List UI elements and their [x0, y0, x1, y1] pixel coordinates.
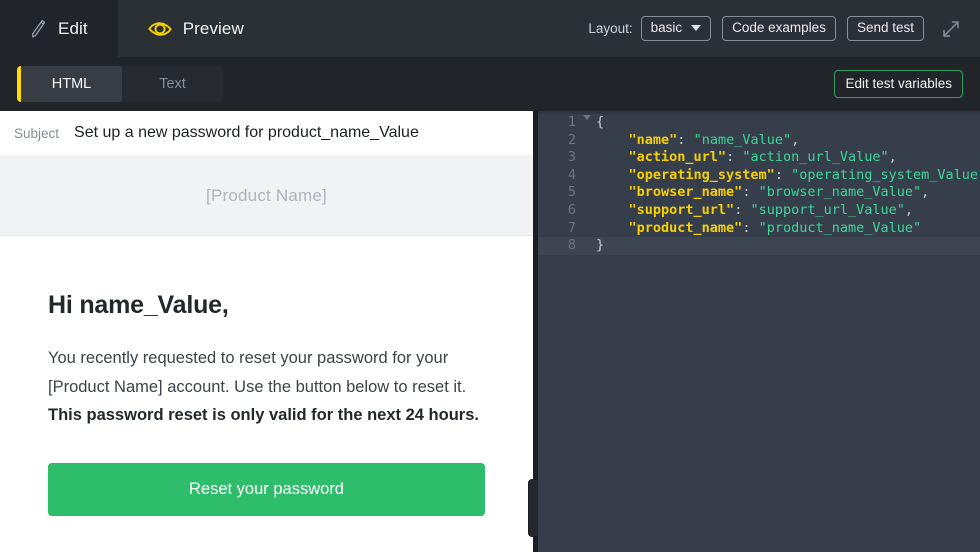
- tab-preview-label: Preview: [182, 18, 244, 38]
- eye-icon: [148, 21, 172, 37]
- code-token-key: "browser_name": [628, 184, 743, 201]
- code-token-colon: :: [726, 149, 735, 166]
- mode-tab-group: Edit Preview: [0, 0, 274, 57]
- code-line[interactable]: 1{: [538, 114, 980, 132]
- line-number: 7: [567, 219, 576, 236]
- subject-label: Subject: [14, 125, 60, 141]
- expand-arrows-icon[interactable]: [939, 17, 963, 41]
- subject-value[interactable]: Set up a new password for product_name_V…: [74, 124, 419, 142]
- subject-row: Subject Set up a new password for produc…: [0, 111, 533, 156]
- tab-preview[interactable]: Preview: [117, 0, 274, 57]
- code-fold-arrow-icon[interactable]: [583, 115, 591, 120]
- code-token-key: "operating_system": [628, 166, 775, 183]
- code-line[interactable]: 5 "browser_name": "browser_name_Value",: [538, 184, 980, 202]
- line-number: 5: [567, 184, 576, 201]
- line-number: 1: [538, 114, 591, 132]
- code-token-key: "action_url": [628, 149, 727, 166]
- code-line[interactable]: 2 "name": "name_Value",: [538, 132, 980, 150]
- code-line[interactable]: 6 "support_url": "support_url_Value",: [538, 202, 980, 220]
- line-number: 6: [567, 201, 576, 218]
- reset-your-password-button[interactable]: Reset your password: [48, 462, 485, 516]
- code-lines[interactable]: 1{2 "name": "name_Value", 3 "action_url":…: [538, 114, 980, 552]
- email-template-editor-app: Edit Preview Layout: basic Code examples…: [0, 0, 980, 552]
- code-line-text: "product_name": "product_name_Value": [582, 219, 922, 238]
- code-token-indent: [596, 149, 629, 165]
- code-token-comma: ,: [921, 184, 930, 201]
- email-paragraph-plain: You recently requested to reset your pas…: [48, 349, 467, 396]
- segment-text[interactable]: Text: [122, 66, 223, 102]
- email-preview-pane: Subject Set up a new password for produc…: [0, 111, 533, 552]
- line-number: 8: [567, 237, 576, 254]
- code-token-punct: }: [596, 237, 605, 254]
- code-token-indent: [596, 132, 629, 148]
- code-token-key: "support_url": [628, 201, 735, 218]
- email-greeting: Hi name_Value,: [48, 291, 229, 319]
- layout-select[interactable]: basic: [640, 15, 712, 42]
- edit-test-variables-button[interactable]: Edit test variables: [834, 70, 963, 98]
- code-token-indent: [596, 167, 629, 183]
- layout-select-value: basic: [650, 19, 683, 35]
- code-token-colon: :: [774, 166, 783, 183]
- code-token-comma: ,: [904, 201, 914, 218]
- email-body: Hi name_Value, You recently requested to…: [0, 236, 533, 552]
- code-token-str: "support_url_Value": [750, 201, 905, 218]
- code-line-text: "action_url": "action_url_Value",: [582, 149, 897, 167]
- chevron-down-icon: [691, 25, 702, 31]
- split-view: Subject Set up a new password for produc…: [0, 111, 980, 552]
- tab-edit-label: Edit: [58, 18, 88, 38]
- code-token-indent: [596, 202, 629, 218]
- code-token-sp: [750, 184, 758, 200]
- code-line-text: "browser_name": "browser_name_Value",: [582, 184, 930, 202]
- send-test-button[interactable]: Send test: [846, 15, 924, 42]
- code-token-sp: [685, 132, 693, 148]
- pencil-icon: [30, 19, 47, 39]
- line-number: 2: [567, 131, 576, 148]
- line-number: 4: [567, 166, 576, 183]
- code-line[interactable]: 3 "action_url": "action_url_Value",: [538, 149, 980, 167]
- email-header-band: [Product Name]: [0, 156, 533, 236]
- email-paragraph: You recently requested to reset your pas…: [48, 344, 484, 430]
- code-line[interactable]: 8}: [538, 237, 980, 255]
- code-token-punct: {: [596, 114, 605, 130]
- code-token-key: "product_name": [628, 219, 743, 236]
- code-line[interactable]: 7 "product_name": "product_name_Value": [538, 220, 980, 238]
- code-token-str: "operating_system_Value": [791, 166, 980, 183]
- email-paragraph-bold: This password reset is only valid for th…: [48, 406, 479, 424]
- code-token-str: "name_Value": [693, 131, 792, 148]
- code-token-sp: [750, 220, 758, 236]
- tab-edit[interactable]: Edit: [0, 0, 118, 57]
- code-token-indent: [596, 184, 629, 200]
- line-number: 3: [567, 149, 576, 166]
- code-line-text: }: [582, 237, 604, 255]
- segment-html[interactable]: HTML: [21, 66, 122, 102]
- layout-label: Layout:: [588, 21, 633, 36]
- code-token-comma: ,: [888, 149, 897, 166]
- code-token-indent: [596, 220, 629, 236]
- code-line[interactable]: 4 "operating_system": "operating_system_…: [538, 167, 980, 185]
- code-examples-button[interactable]: Code examples: [722, 15, 836, 42]
- code-token-comma: ,: [791, 131, 800, 148]
- content-type-segmented-control: HTML Text: [17, 66, 223, 102]
- code-token-str: "browser_name_Value": [758, 184, 922, 201]
- code-token-sp: [783, 167, 791, 183]
- code-line-text: "operating_system": "operating_system_Va…: [582, 167, 980, 185]
- top-toolbar: Edit Preview Layout: basic Code examples…: [0, 0, 980, 57]
- code-line-text: "name": "name_Value",: [582, 131, 800, 150]
- code-token-str: "product_name_Value": [758, 219, 922, 236]
- top-toolbar-actions: Layout: basic Code examples Send test: [588, 0, 980, 57]
- sub-toolbar: HTML Text Edit test variables: [0, 57, 980, 111]
- code-token-key: "name": [628, 131, 678, 148]
- code-line-text: "support_url": "support_url_Value",: [582, 201, 914, 220]
- test-variables-code-editor[interactable]: 1{2 "name": "name_Value", 3 "action_url":…: [538, 111, 980, 552]
- email-product-name: [Product Name]: [206, 185, 327, 205]
- code-token-str: "action_url_Value": [742, 149, 889, 166]
